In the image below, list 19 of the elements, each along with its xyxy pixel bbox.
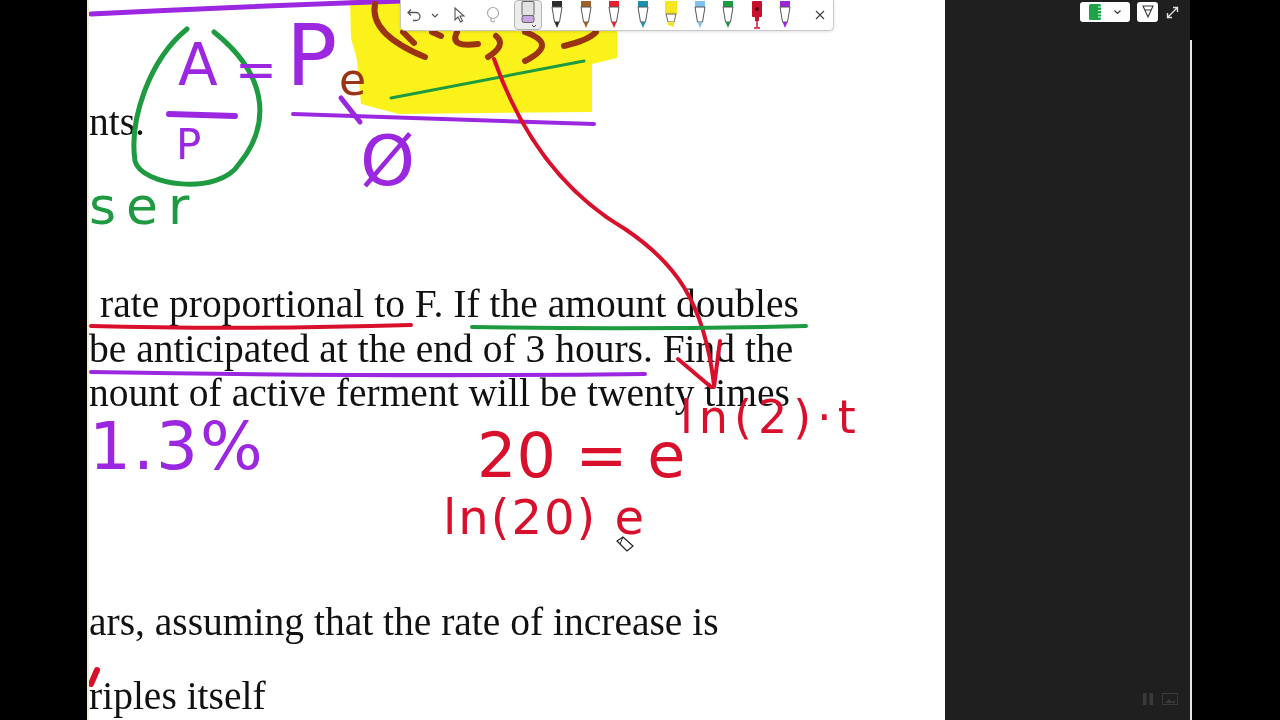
- fraction-bar: [166, 111, 238, 119]
- cursor-icon: [616, 536, 634, 552]
- funnel-icon: [1141, 5, 1154, 19]
- notebook-icon: [1089, 4, 1101, 20]
- handwriting: P: [286, 13, 338, 98]
- chevron-icon: [1114, 10, 1121, 14]
- expand-icon[interactable]: [1166, 5, 1179, 19]
- caret-icon[interactable]: [431, 12, 439, 18]
- filter-button[interactable]: [1137, 2, 1158, 22]
- handwriting: Ø: [360, 126, 416, 196]
- handwriting: P: [176, 124, 202, 166]
- eraser-icon[interactable]: [514, 0, 542, 30]
- handwriting: A: [178, 36, 218, 94]
- notebook-button[interactable]: [1080, 2, 1130, 22]
- close-icon[interactable]: [815, 10, 825, 20]
- undo-icon[interactable]: [406, 7, 422, 23]
- handwriting: ser: [89, 180, 200, 232]
- handwriting: 1.3%: [89, 414, 265, 480]
- handwriting: ln(20) e: [443, 493, 647, 541]
